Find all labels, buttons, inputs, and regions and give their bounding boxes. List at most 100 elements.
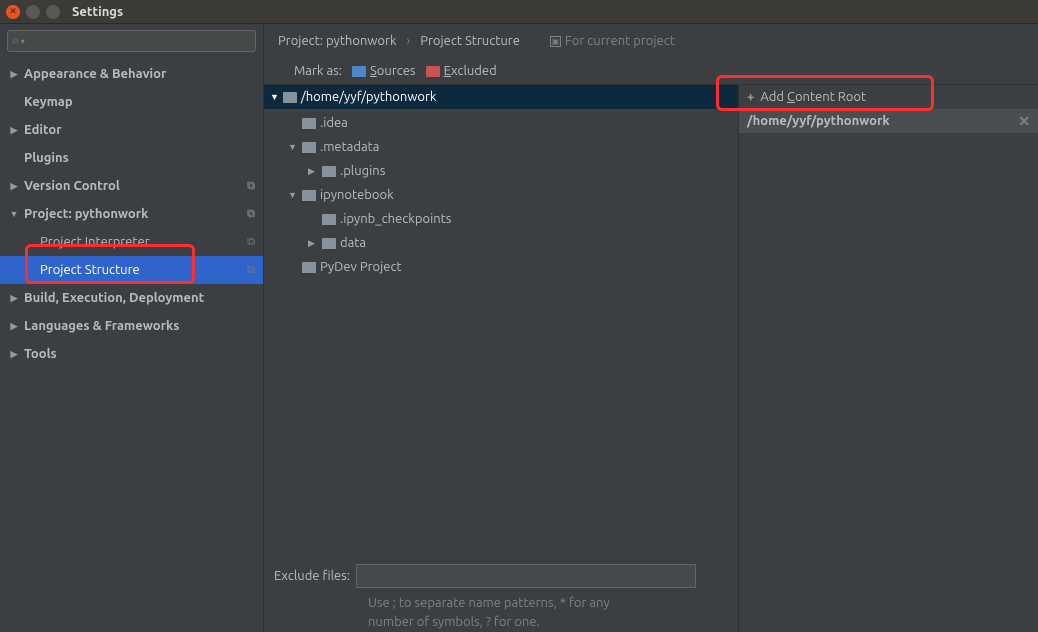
folder-item-data[interactable]: ▶ data <box>264 231 738 255</box>
sidebar-item-build[interactable]: ▶ Build, Execution, Deployment <box>0 284 263 312</box>
badge-text: For current project <box>565 34 675 48</box>
folder-sources-icon <box>352 66 366 77</box>
chevron-down-icon: ▼ <box>288 190 298 200</box>
exclude-files-row: Exclude files: Use ; to separate name pa… <box>264 558 738 632</box>
sidebar-item-label: Build, Execution, Deployment <box>24 291 204 305</box>
folder-item-idea[interactable]: ▶ .idea <box>264 111 738 135</box>
window-buttons: ✕ <box>6 5 60 19</box>
chevron-right-icon: ▶ <box>308 166 318 177</box>
folder-icon <box>322 214 336 225</box>
mark-excluded-label: Excluded <box>444 64 497 78</box>
chevron-right-icon: › <box>407 34 411 48</box>
content-area: Project: pythonwork › Project Structure … <box>264 24 1038 632</box>
chevron-right-icon: ▶ <box>8 125 20 136</box>
sidebar-item-plugins[interactable]: ▶ Plugins <box>0 144 263 172</box>
settings-search-input[interactable]: ⌕ ▾ <box>7 30 256 52</box>
folder-icon <box>322 238 336 249</box>
for-current-project-badge: ▣ For current project <box>550 34 675 48</box>
copy-icon: ⧉ <box>247 264 255 277</box>
folder-label: .ipynb_checkpoints <box>340 212 451 226</box>
chevron-down-icon: ▼ <box>8 209 20 219</box>
sidebar-item-tools[interactable]: ▶ Tools <box>0 340 263 368</box>
folder-root-header[interactable]: ▼ /home/yyf/pythonwork <box>264 85 738 109</box>
sidebar-item-label: Plugins <box>24 151 69 165</box>
folder-label: ipynotebook <box>320 188 394 202</box>
breadcrumb-page: Project Structure <box>420 34 520 48</box>
sidebar-item-label: Keymap <box>24 95 73 109</box>
chevron-right-icon: ▶ <box>8 181 20 192</box>
sidebar-item-project-interpreter[interactable]: ▶ Project Interpreter ⧉ <box>0 228 263 256</box>
folder-label: .plugins <box>340 164 385 178</box>
sidebar-item-label: Tools <box>24 347 57 361</box>
mark-excluded-button[interactable]: Excluded <box>426 64 497 78</box>
sidebar-item-version-control[interactable]: ▶ Version Control ⧉ <box>0 172 263 200</box>
chevron-right-icon: ▶ <box>8 321 20 332</box>
content-root-path: /home/yyf/pythonwork <box>747 114 890 128</box>
folder-label: data <box>340 236 366 250</box>
folder-icon <box>302 190 316 201</box>
sidebar-item-appearance[interactable]: ▶ Appearance & Behavior <box>0 60 263 88</box>
remove-content-root-icon[interactable]: ✕ <box>1018 113 1030 130</box>
folder-panel: ▼ /home/yyf/pythonwork ▶ .idea ▼ <box>264 84 738 632</box>
sidebar-item-project[interactable]: ▼ Project: pythonwork ⧉ <box>0 200 263 228</box>
breadcrumb: Project: pythonwork › Project Structure … <box>264 24 1038 58</box>
copy-icon: ⧉ <box>247 180 255 193</box>
mark-as-row: Mark as: Sources Excluded <box>264 58 1038 84</box>
sidebar-item-label: Languages & Frameworks <box>24 319 179 333</box>
sidebar-item-editor[interactable]: ▶ Editor <box>0 116 263 144</box>
chevron-right-icon: ▶ <box>8 69 20 80</box>
mark-as-label: Mark as: <box>294 64 342 78</box>
folder-icon <box>322 166 336 177</box>
folder-icon <box>302 262 316 273</box>
close-window-icon[interactable]: ✕ <box>6 5 20 19</box>
window-title: Settings <box>72 5 123 19</box>
chevron-right-icon: ▶ <box>8 349 20 360</box>
exclude-files-input[interactable] <box>356 564 696 588</box>
breadcrumb-project[interactable]: Project: pythonwork <box>278 34 397 48</box>
sidebar-item-label: Project: pythonwork <box>24 207 148 221</box>
folder-icon <box>302 142 316 153</box>
sidebar-item-label: Editor <box>24 123 62 137</box>
exclude-files-hint: Use ; to separate name patterns, * for a… <box>274 588 728 632</box>
sidebar-item-label: Project Interpreter <box>40 235 150 249</box>
folder-item-ipynb-checkpoints[interactable]: ▶ .ipynb_checkpoints <box>264 207 738 231</box>
sidebar-item-label: Version Control <box>24 179 120 193</box>
search-icon: ⌕ <box>12 34 19 48</box>
minimize-window-icon[interactable] <box>26 5 40 19</box>
folder-tree: ▶ .idea ▼ .metadata ▶ .plugins <box>264 109 738 558</box>
folder-icon <box>283 92 297 103</box>
dropdown-icon[interactable]: ▾ <box>21 37 25 46</box>
sidebar-item-languages[interactable]: ▶ Languages & Frameworks <box>0 312 263 340</box>
folder-item-plugins[interactable]: ▶ .plugins <box>264 159 738 183</box>
sidebar-item-label: Project Structure <box>40 263 140 277</box>
chevron-right-icon: ▶ <box>308 238 318 249</box>
copy-icon: ⧉ <box>247 208 255 221</box>
folder-excluded-icon <box>426 66 440 77</box>
chevron-right-icon: ▶ <box>8 293 20 304</box>
folder-icon <box>302 118 316 129</box>
project-badge-icon: ▣ <box>550 36 561 47</box>
sidebar-item-project-structure[interactable]: ▶ Project Structure ⧉ <box>0 256 263 284</box>
sidebar-item-keymap[interactable]: ▶ Keymap <box>0 88 263 116</box>
sidebar-item-label: Appearance & Behavior <box>24 67 166 81</box>
content-root-entry[interactable]: /home/yyf/pythonwork ✕ <box>739 109 1038 133</box>
maximize-window-icon[interactable] <box>46 5 60 19</box>
chevron-down-icon: ▼ <box>266 92 279 102</box>
mark-sources-label: Sources <box>370 64 416 78</box>
add-content-root-button[interactable]: + Add Content Root <box>739 85 1038 109</box>
settings-tree: ▶ Appearance & Behavior ▶ Keymap ▶ Edito… <box>0 60 263 632</box>
chevron-down-icon: ▼ <box>288 142 298 152</box>
title-bar: ✕ Settings <box>0 0 1038 24</box>
folder-label: .metadata <box>320 140 379 154</box>
folder-item-metadata[interactable]: ▼ .metadata <box>264 135 738 159</box>
copy-icon: ⧉ <box>247 236 255 249</box>
settings-sidebar: ⌕ ▾ ▶ Appearance & Behavior ▶ Keymap ▶ E… <box>0 24 264 632</box>
folder-root-path: /home/yyf/pythonwork <box>301 90 437 104</box>
add-content-root-label: Add Content Root <box>760 90 866 104</box>
folder-item-ipynotebook[interactable]: ▼ ipynotebook <box>264 183 738 207</box>
mark-sources-button[interactable]: Sources <box>352 64 416 78</box>
folder-label: .idea <box>320 116 348 130</box>
folder-item-pydev[interactable]: ▶ PyDev Project <box>264 255 738 279</box>
content-root-panel: + Add Content Root /home/yyf/pythonwork … <box>738 84 1038 632</box>
folder-label: PyDev Project <box>320 260 402 274</box>
